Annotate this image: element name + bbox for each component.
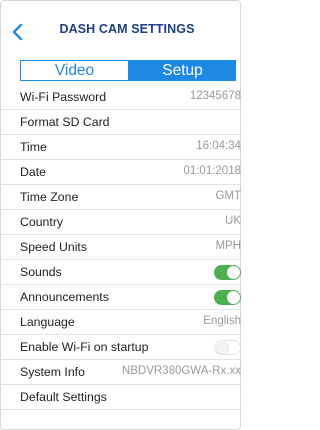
toggle-knob — [227, 291, 240, 304]
setting-wifi-password[interactable]: Wi-Fi Password 12345678 — [0, 85, 241, 110]
setting-sounds: Sounds — [0, 260, 241, 285]
tab-video[interactable]: Video — [20, 60, 129, 81]
setting-time[interactable]: Time 16:04:34 — [0, 135, 241, 160]
setting-label: Wi-Fi Password — [20, 90, 107, 104]
setting-label: Country — [20, 215, 64, 229]
setting-value: MPH — [215, 240, 241, 252]
setting-default-settings[interactable]: Default Settings — [0, 385, 241, 410]
setting-system-info[interactable]: System Info NBDVR380GWA-Rx.xx — [0, 360, 241, 385]
wifi-startup-toggle[interactable] — [214, 340, 241, 355]
setting-label: Time Zone — [20, 190, 79, 204]
setting-enable-wifi-on-startup: Enable Wi-Fi on startup — [0, 335, 241, 360]
setting-date[interactable]: Date 01:01:2018 — [0, 160, 241, 185]
setting-label: Speed Units — [20, 240, 87, 254]
setting-value: NBDVR380GWA-Rx.xx — [121, 365, 241, 377]
setting-announcements: Announcements — [0, 285, 241, 310]
tab-bar: Video Setup — [20, 60, 236, 81]
setting-value: English — [203, 315, 241, 327]
setting-label: Time — [20, 140, 47, 154]
setting-format-sd-card[interactable]: Format SD Card — [0, 110, 241, 135]
setting-value: 16:04:34 — [196, 140, 241, 152]
header: DASH CAM SETTINGS — [0, 0, 241, 58]
setting-label: Format SD Card — [20, 115, 110, 129]
tab-setup[interactable]: Setup — [129, 60, 236, 81]
setting-label: Date — [20, 165, 46, 179]
sounds-toggle[interactable] — [214, 265, 241, 280]
back-button[interactable] — [6, 18, 28, 46]
setting-label: Language — [20, 315, 75, 329]
setting-value: 01:01:2018 — [183, 165, 241, 177]
page-title: DASH CAM SETTINGS — [59, 22, 195, 36]
setting-country[interactable]: Country UK — [0, 210, 241, 235]
setting-label: Default Settings — [20, 390, 107, 404]
setting-value: GMT — [215, 190, 241, 202]
setting-language[interactable]: Language English — [0, 310, 241, 335]
setting-label: Enable Wi-Fi on startup — [20, 340, 149, 354]
chevron-left-icon — [12, 23, 23, 41]
announcements-toggle[interactable] — [214, 290, 241, 305]
setting-value: 12345678 — [189, 90, 241, 102]
dash-cam-settings-screen: DASH CAM SETTINGS Video Setup Wi-Fi Pass… — [0, 0, 241, 430]
setting-label: System Info — [20, 365, 85, 379]
toggle-knob — [216, 342, 229, 355]
toggle-knob — [227, 266, 240, 279]
setting-time-zone[interactable]: Time Zone GMT — [0, 185, 241, 210]
setting-label: Sounds — [20, 265, 62, 279]
setting-label: Announcements — [20, 290, 109, 304]
setting-speed-units[interactable]: Speed Units MPH — [0, 235, 241, 260]
setting-value: UK — [225, 215, 241, 227]
